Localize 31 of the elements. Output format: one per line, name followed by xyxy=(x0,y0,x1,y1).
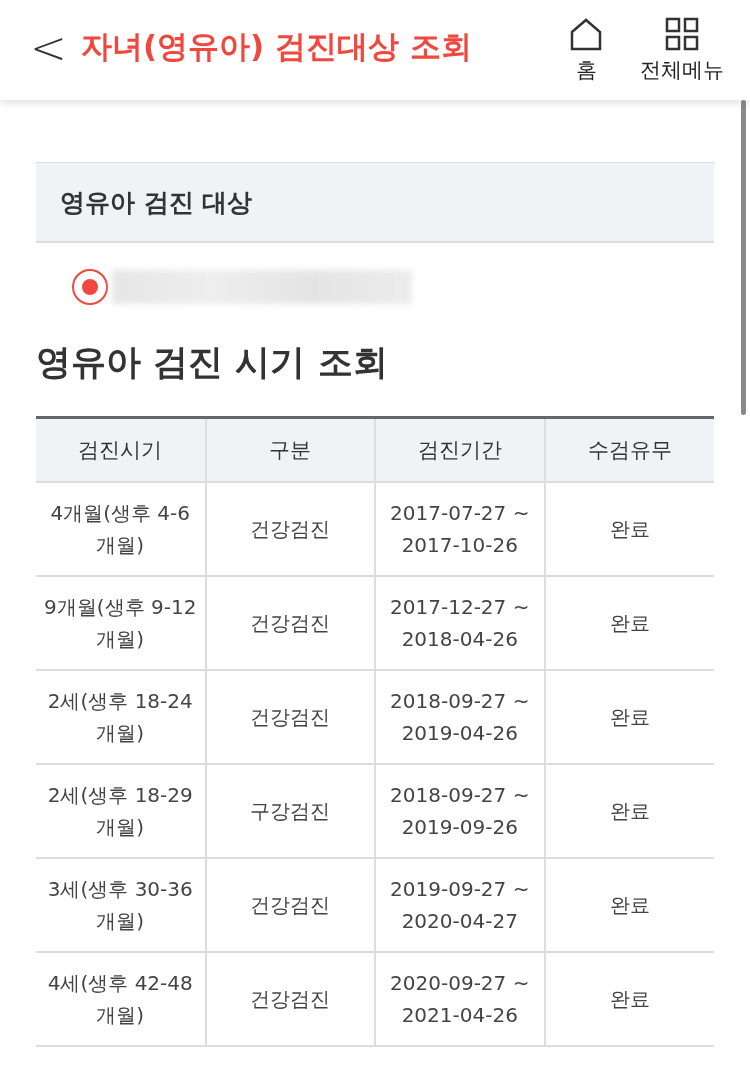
table-cell: 2019-09-27 ~ 2020-04-27 xyxy=(375,858,545,952)
table-cell: 4세(생후 42-48 개월) xyxy=(36,952,206,1046)
table-cell: 2018-09-27 ~ 2019-09-26 xyxy=(375,764,545,858)
page-title: 자녀(영유아) 검진대상 조회 xyxy=(80,27,473,66)
grid-icon xyxy=(664,16,700,52)
table-cell: 4개월(생후 4-6 개월) xyxy=(36,482,206,576)
table-cell: 건강검진 xyxy=(205,858,375,952)
table-cell: 건강검진 xyxy=(205,576,375,670)
table-cell: 2017-12-27 ~ 2018-04-26 xyxy=(375,576,545,670)
table-cell: 구강검진 xyxy=(205,764,375,858)
table-cell: 9개월(생후 9-12 개월) xyxy=(36,576,206,670)
back-button[interactable]: < xyxy=(30,21,81,79)
section-title: 영유아 검진 시기 조회 xyxy=(36,341,389,384)
column-header: 구분 xyxy=(205,417,375,482)
table-cell: 2017-07-27 ~ 2017-10-26 xyxy=(375,482,545,576)
home-icon xyxy=(568,16,604,52)
column-header: 검진시기 xyxy=(36,417,206,482)
radio-button[interactable] xyxy=(72,269,108,305)
section-title: 영유아 검진 대상 xyxy=(60,186,253,219)
table-cell: 2020-09-27 ~ 2021-04-26 xyxy=(375,952,545,1046)
home-button[interactable]: 홈 xyxy=(568,16,604,84)
table-cell: 2세(생후 18-24 개월) xyxy=(36,670,206,764)
table-cell: 건강검진 xyxy=(205,482,375,576)
table-cell: 2세(생후 18-29 개월) xyxy=(36,764,206,858)
menu-button[interactable]: 전체메뉴 xyxy=(640,16,724,84)
column-header: 검진기간 xyxy=(375,417,545,482)
table-cell: 2018-09-27 ~ 2019-04-26 xyxy=(375,670,545,764)
table-cell: 건강검진 xyxy=(205,670,375,764)
table-cell: 3세(생후 30-36 개월) xyxy=(36,858,206,952)
column-header: 수검유무 xyxy=(544,417,714,482)
table-cell: 건강검진 xyxy=(205,952,375,1046)
